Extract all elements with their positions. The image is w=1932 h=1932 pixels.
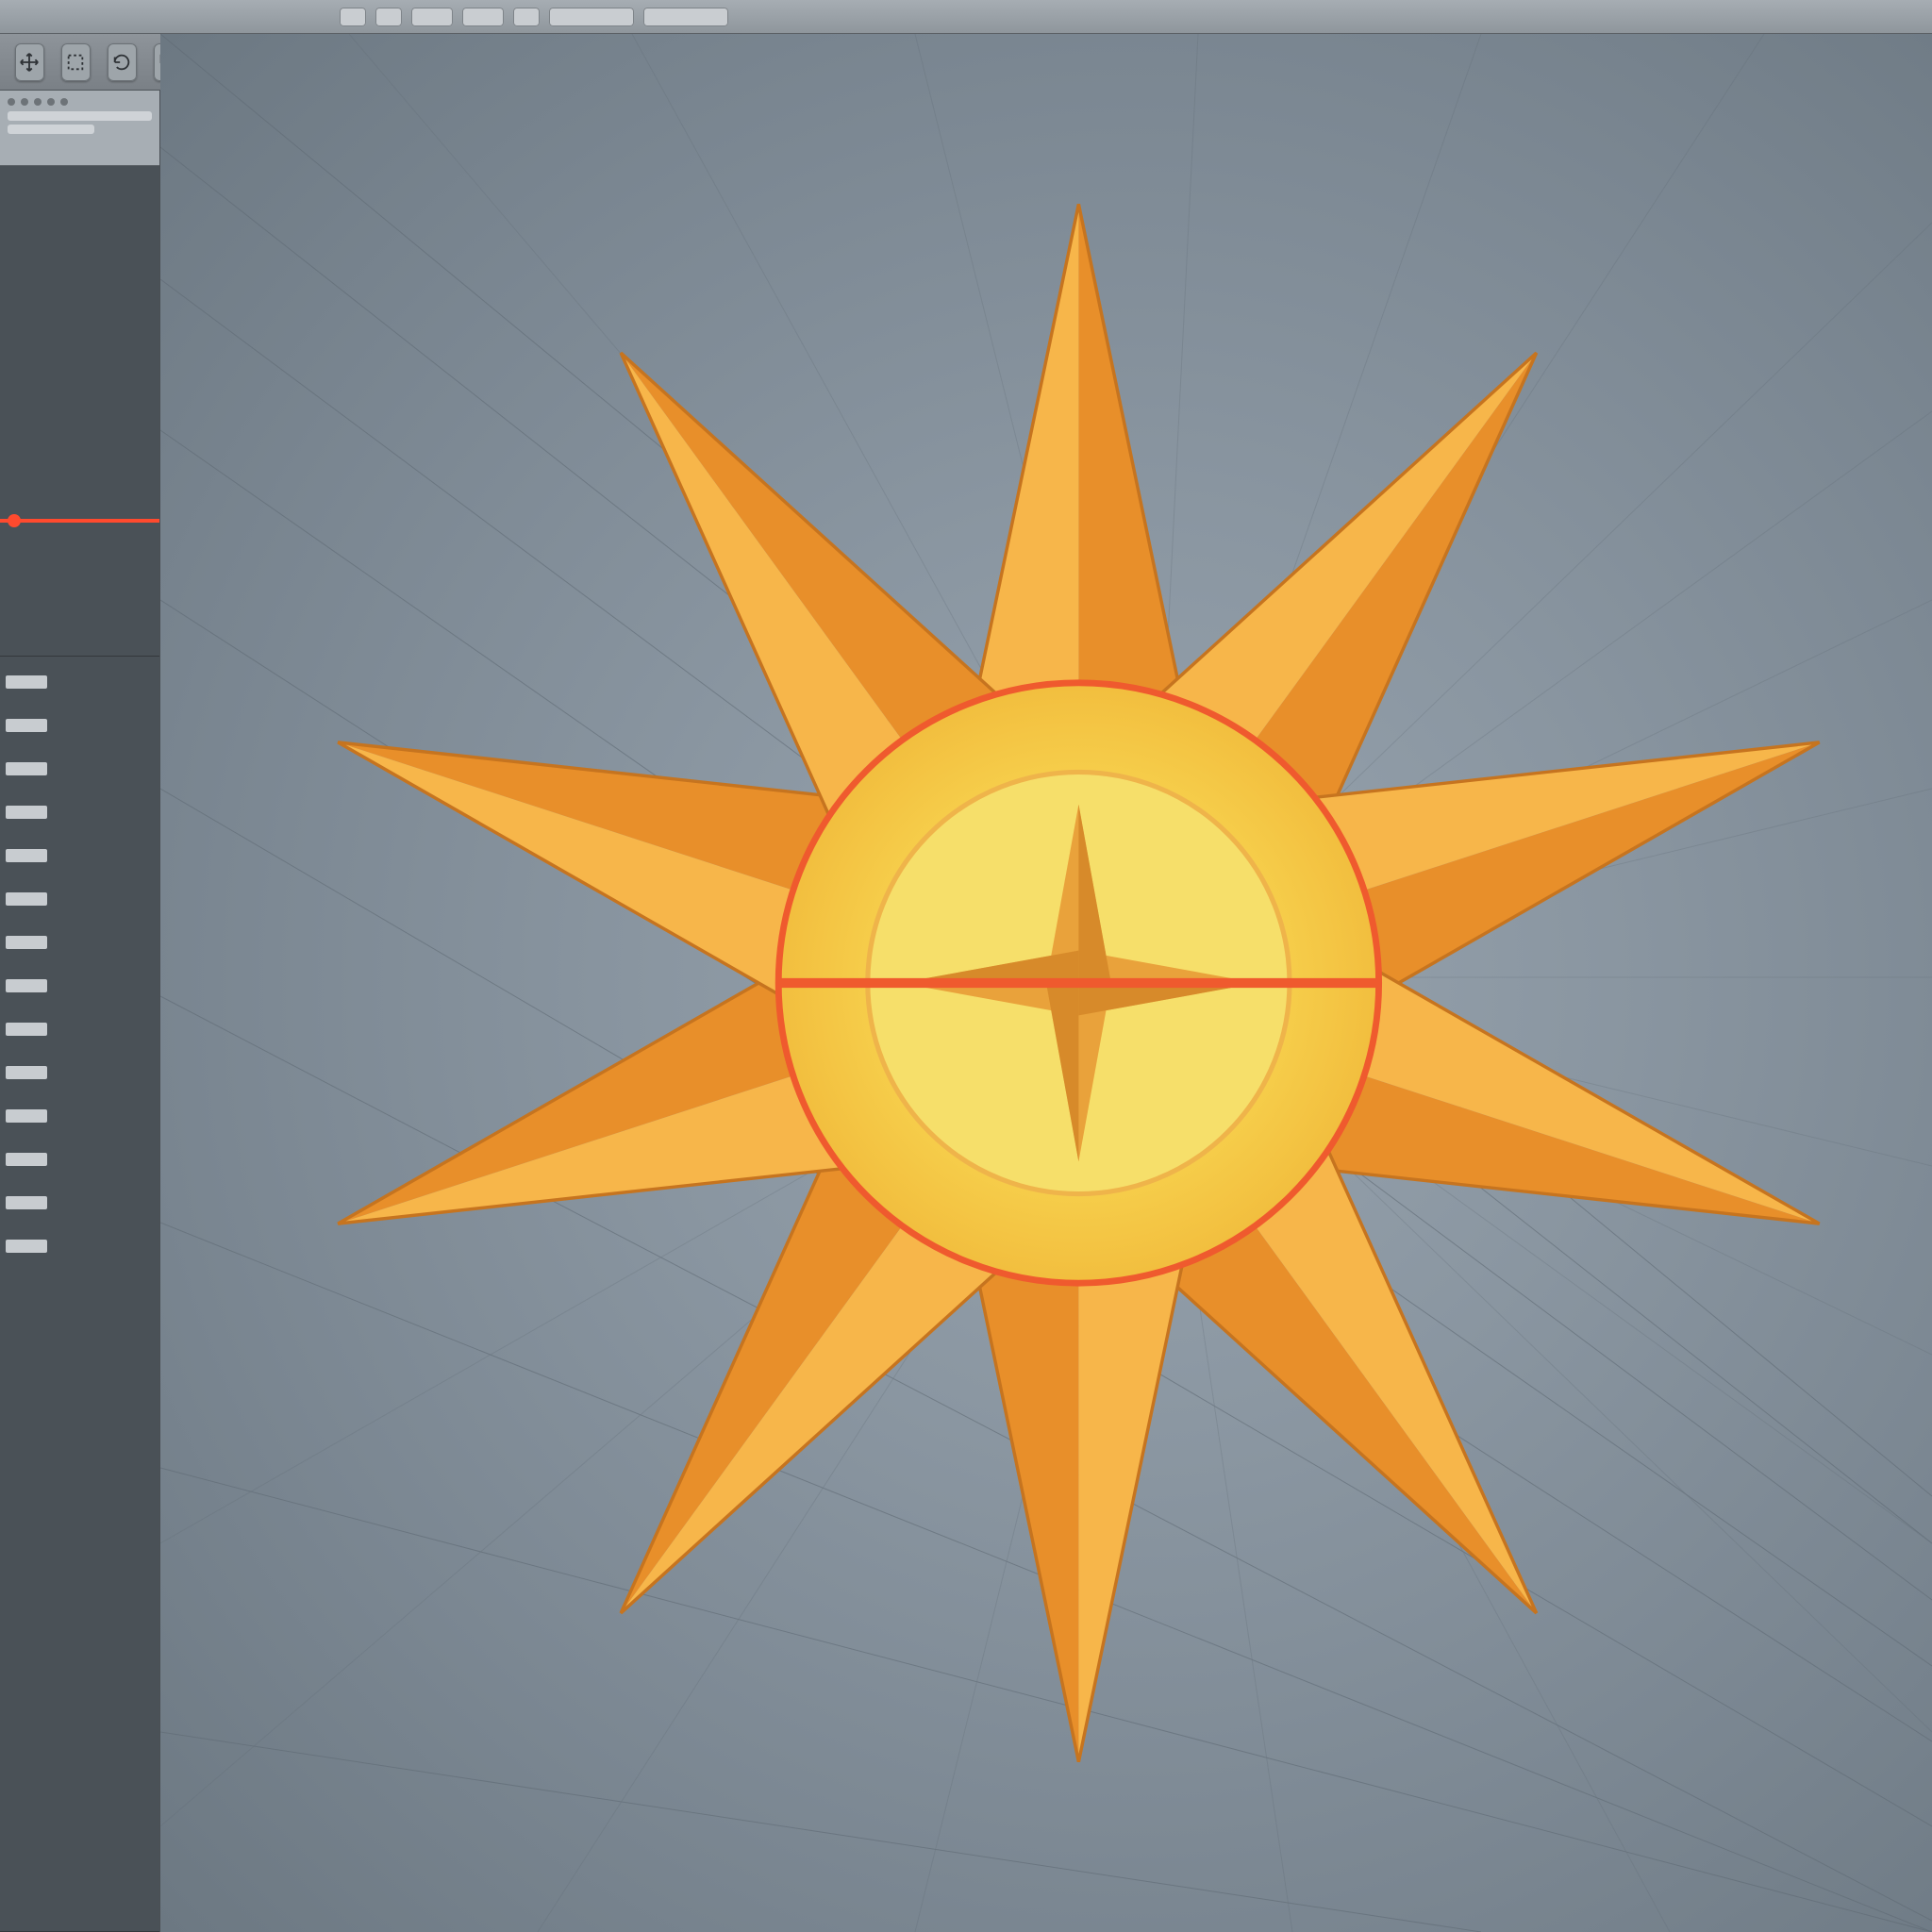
scale-tick [6,806,47,819]
scale-tick [6,1023,47,1036]
move-tool-button[interactable] [15,43,44,81]
properties-panel[interactable] [0,657,159,1932]
tool-options-panel[interactable] [0,91,159,166]
scale-tick [6,675,47,689]
sun-ray [1094,281,1635,897]
axis-marker[interactable] [0,519,159,523]
titlebar-segment [340,8,366,26]
titlebar-segment [411,8,453,26]
scale-tick [6,849,47,862]
selection-tool-button[interactable] [61,43,91,81]
timeline-panel[interactable] [0,166,159,657]
scale-ticks [6,675,47,1253]
app-root [0,0,1932,1932]
sun-disc-outer [778,683,1378,1283]
sun-ray [300,927,931,1340]
sun-ray [523,281,1063,897]
sun-disc-inner [868,772,1290,1193]
scale-tick [6,979,47,992]
perspective-grid [160,34,1932,1932]
scale-tick [6,1196,47,1209]
titlebar-segment [462,8,504,26]
titlebar-segment [643,8,728,26]
sun-ray [1226,626,1857,1039]
scale-tick [6,1153,47,1166]
titlebar [0,0,1932,34]
sun-star-object[interactable] [267,172,1890,1794]
sun-ray [1094,1069,1635,1685]
sun-ray [1226,927,1857,1340]
viewport-canvas[interactable] [160,34,1932,1932]
scale-tick [6,1109,47,1123]
rotate-tool-button[interactable] [108,43,137,81]
scale-tick [6,762,47,775]
sun-ray [523,1069,1063,1685]
titlebar-segment [513,8,540,26]
sun-ray [957,1177,1200,1761]
left-panel [0,91,160,1932]
titlebar-segment [375,8,402,26]
titlebar-segment [549,8,634,26]
scale-tick [6,936,47,949]
scale-tick [6,719,47,732]
scale-tick [6,1066,47,1079]
sun-ray [300,626,931,1039]
sun-ray [957,204,1200,788]
sun-inner-star [900,805,1257,1161]
scale-tick [6,1240,47,1253]
scale-tick [6,892,47,906]
